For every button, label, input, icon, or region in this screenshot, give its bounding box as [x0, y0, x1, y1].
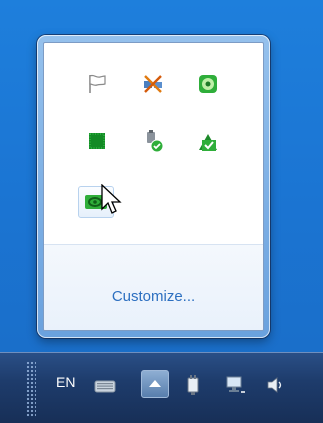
- volume-icon[interactable]: [264, 373, 288, 397]
- keyboard-icon[interactable]: [93, 373, 117, 397]
- chevron-up-icon: [149, 380, 161, 387]
- taskbar-grip[interactable]: [26, 361, 36, 417]
- green-disc-app-icon[interactable]: [194, 70, 222, 98]
- show-hidden-icons-button[interactable]: [141, 370, 169, 398]
- hidden-icons-grid: [44, 43, 263, 243]
- language-indicator[interactable]: EN: [56, 374, 75, 390]
- power-icon[interactable]: [181, 373, 205, 397]
- network-disconnected-icon[interactable]: [139, 70, 167, 98]
- taskbar: EN: [0, 352, 323, 423]
- flyout-panel: Customize...: [43, 42, 264, 331]
- notification-overflow-flyout: Customize...: [37, 35, 270, 338]
- usb-safely-remove-icon[interactable]: [139, 127, 167, 155]
- customize-link[interactable]: Customize...: [44, 288, 263, 305]
- green-update-app-icon[interactable]: [194, 127, 222, 155]
- green-chip-app-icon[interactable]: [83, 127, 111, 155]
- customize-footer: Customize...: [44, 245, 263, 330]
- network-icon[interactable]: [223, 373, 247, 397]
- action-center-flag-icon[interactable]: [83, 70, 111, 98]
- mouse-pointer-icon: [101, 184, 122, 214]
